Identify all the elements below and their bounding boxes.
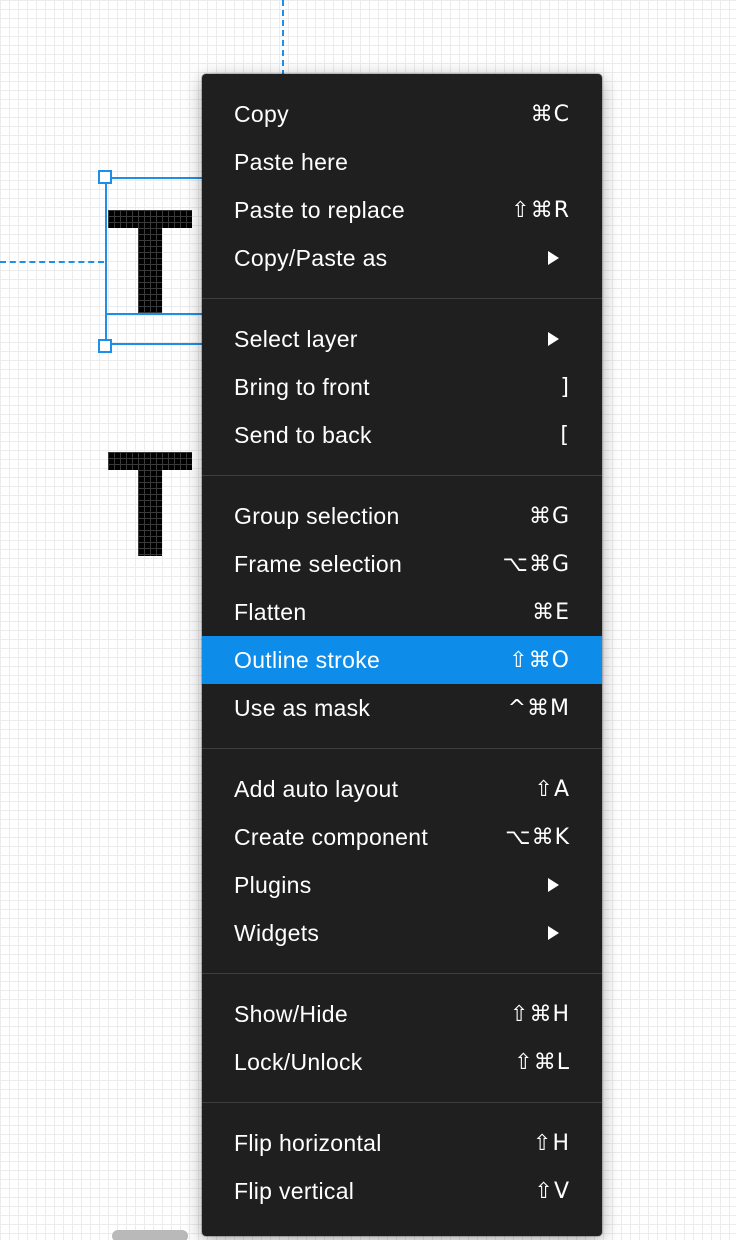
menu-item-widgets[interactable]: Widgets <box>202 909 602 957</box>
menu-item-shortcut: ⌘E <box>532 599 570 625</box>
menu-item-bring-to-front[interactable]: Bring to front] <box>202 363 602 411</box>
menu-item-shortcut: ⇧⌘R <box>511 197 570 223</box>
horizontal-guide-line <box>0 261 104 263</box>
menu-divider <box>202 973 602 974</box>
menu-item-flip-vertical[interactable]: Flip vertical ⇧V <box>202 1167 602 1215</box>
menu-item-shortcut: ⇧H <box>533 1130 570 1156</box>
menu-item-label: Plugins <box>234 871 312 898</box>
menu-item-label: Copy <box>234 100 289 127</box>
resize-handle-top-left[interactable] <box>98 170 112 184</box>
selection-bounding-box <box>105 177 215 345</box>
menu-item-shortcut: [ <box>560 422 570 448</box>
menu-item-label: Send to back <box>234 421 372 448</box>
menu-item-shortcut: ] <box>560 374 570 400</box>
menu-item-label: Lock/Unlock <box>234 1048 363 1075</box>
selection-baseline <box>105 313 215 315</box>
menu-item-copy-paste-as[interactable]: Copy/Paste as <box>202 234 602 282</box>
menu-item-frame-selection[interactable]: Frame selection ⌥⌘G <box>202 540 602 588</box>
menu-item-show-hide[interactable]: Show/Hide ⇧⌘H <box>202 990 602 1038</box>
chevron-right-icon <box>548 332 559 346</box>
menu-section: Flip horizontal ⇧H Flip vertical ⇧V <box>202 1119 602 1215</box>
menu-item-select-layer[interactable]: Select layer <box>202 315 602 363</box>
menu-item-paste-to-replace[interactable]: Paste to replace ⇧⌘R <box>202 186 602 234</box>
menu-item-shortcut: ⌘C <box>530 101 570 127</box>
menu-section: Group selection ⌘G Frame selection ⌥⌘G Flatt… <box>202 492 602 732</box>
menu-item-shortcut: ⌥⌘K <box>505 824 570 850</box>
chevron-right-icon <box>548 878 559 892</box>
menu-item-label: Use as mask <box>234 694 371 721</box>
menu-item-label: Flatten <box>234 598 307 625</box>
menu-item-add-auto-layout[interactable]: Add auto layout ⇧A <box>202 765 602 813</box>
menu-item-use-as-mask[interactable]: Use as mask ^⌘M <box>202 684 602 732</box>
menu-item-label: Paste here <box>234 148 349 175</box>
menu-item-paste-here[interactable]: Paste here <box>202 138 602 186</box>
menu-item-label: Flip vertical <box>234 1177 355 1204</box>
glyph-top-bar <box>108 452 192 470</box>
chevron-right-icon <box>548 926 559 940</box>
horizontal-scrollbar-thumb[interactable] <box>112 1230 188 1240</box>
menu-item-lock-unlock[interactable]: Lock/Unlock ⇧⌘L <box>202 1038 602 1086</box>
menu-item-label: Copy/Paste as <box>234 244 388 271</box>
menu-item-shortcut: ⇧V <box>534 1178 570 1204</box>
menu-item-shortcut: ⇧⌘L <box>514 1049 570 1075</box>
menu-section: Show/Hide ⇧⌘H Lock/Unlock ⇧⌘L <box>202 990 602 1086</box>
menu-section: Add auto layout ⇧A Create component ⌥⌘K Plug… <box>202 765 602 957</box>
menu-item-create-component[interactable]: Create component ⌥⌘K <box>202 813 602 861</box>
context-menu: Copy ⌘C Paste here Paste to replace ⇧⌘R Copy/… <box>202 74 602 1236</box>
menu-item-plugins[interactable]: Plugins <box>202 861 602 909</box>
menu-item-send-to-back[interactable]: Send to back [ <box>202 411 602 459</box>
menu-item-shortcut: ⇧A <box>534 776 570 802</box>
menu-item-shortcut: ^⌘M <box>507 695 570 721</box>
menu-item-label: Flip horizontal <box>234 1129 382 1156</box>
menu-item-label: Outline stroke <box>234 646 381 673</box>
menu-item-shortcut: ⌘G <box>528 503 570 529</box>
menu-item-shortcut: ⌥⌘G <box>502 551 570 577</box>
menu-item-flip-horizontal[interactable]: Flip horizontal ⇧H <box>202 1119 602 1167</box>
menu-item-label: Widgets <box>234 919 320 946</box>
glyph-stem <box>138 470 162 556</box>
menu-item-shortcut: ⇧⌘H <box>510 1001 570 1027</box>
menu-item-group-selection[interactable]: Group selection ⌘G <box>202 492 602 540</box>
menu-item-shortcut: ⇧⌘O <box>509 647 570 673</box>
menu-item-label: Add auto layout <box>234 775 399 802</box>
menu-section: Copy ⌘C Paste here Paste to replace ⇧⌘R Copy/… <box>202 90 602 282</box>
menu-item-flatten[interactable]: Flatten ⌘E <box>202 588 602 636</box>
menu-item-label: Bring to front <box>234 373 370 400</box>
menu-item-copy[interactable]: Copy ⌘C <box>202 90 602 138</box>
menu-item-label: Paste to replace <box>234 196 406 223</box>
menu-item-outline-stroke[interactable]: Outline stroke ⇧⌘O <box>202 636 602 684</box>
menu-item-label: Frame selection <box>234 550 403 577</box>
menu-divider <box>202 298 602 299</box>
menu-section: Select layer Bring to front] Send to back [ <box>202 315 602 459</box>
menu-item-label: Group selection <box>234 502 400 529</box>
menu-item-label: Select layer <box>234 325 358 352</box>
menu-divider <box>202 748 602 749</box>
menu-divider <box>202 475 602 476</box>
vertical-guide-line <box>282 0 284 76</box>
menu-item-label: Show/Hide <box>234 1000 348 1027</box>
menu-item-label: Create component <box>234 823 429 850</box>
menu-divider <box>202 1102 602 1103</box>
resize-handle-bottom-left[interactable] <box>98 339 112 353</box>
text-layer-t[interactable] <box>108 452 192 556</box>
chevron-right-icon <box>548 251 559 265</box>
